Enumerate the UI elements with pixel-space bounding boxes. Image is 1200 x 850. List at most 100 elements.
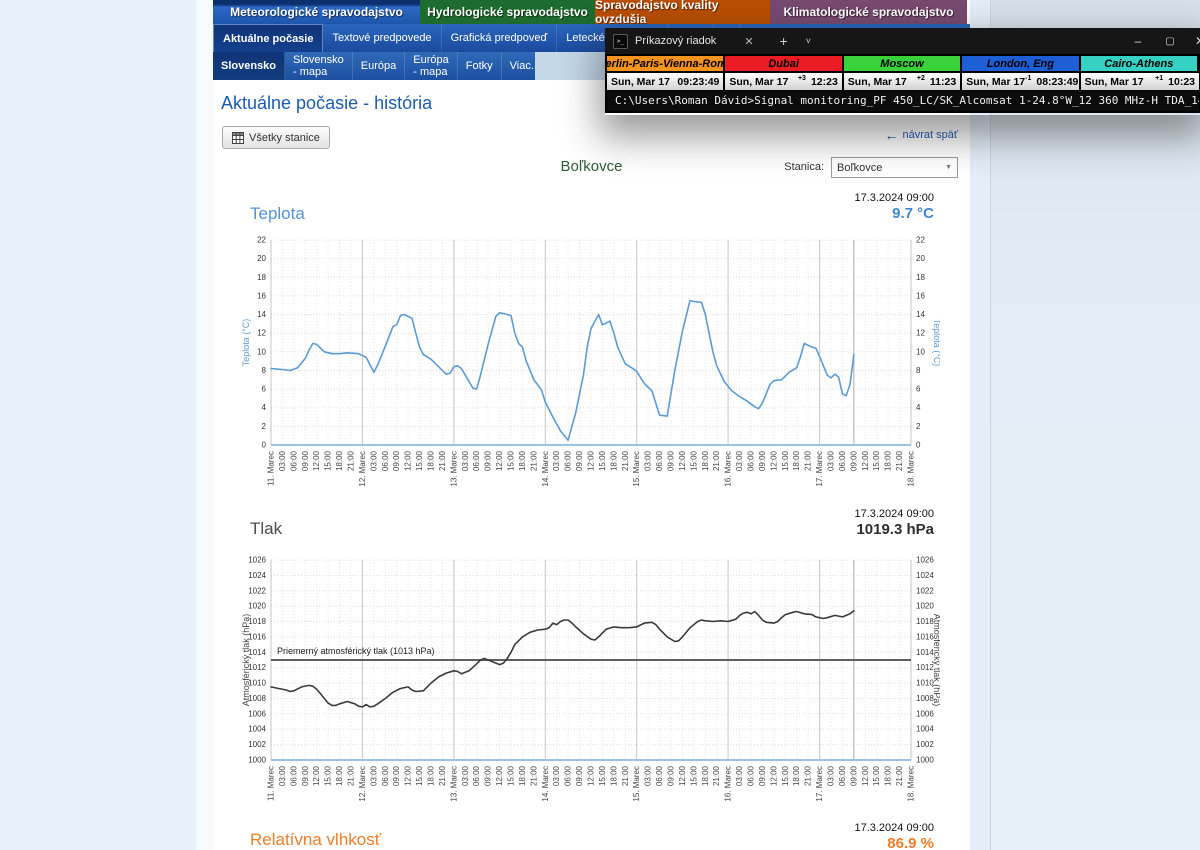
station-select[interactable]: Boľkovce ▼ [831,157,958,178]
svg-text:12: 12 [257,329,266,338]
svg-text:18:00: 18:00 [609,450,618,471]
svg-text:1020: 1020 [916,602,934,611]
svg-text:1022: 1022 [916,586,934,595]
all-stations-button[interactable]: Všetky stanice [222,126,330,149]
svg-text:09:00: 09:00 [575,450,584,471]
svg-text:06:00: 06:00 [381,765,390,786]
svg-text:1012: 1012 [916,663,934,672]
svg-text:15:00: 15:00 [781,765,790,786]
svg-text:09:00: 09:00 [849,450,858,471]
tab-textove-predpovede[interactable]: Textové predpovede [323,24,441,52]
svg-text:06:00: 06:00 [472,450,481,471]
svg-text:14: 14 [916,310,925,319]
svg-text:03:00: 03:00 [644,450,653,471]
svg-text:06:00: 06:00 [838,765,847,786]
chart-svg: 1000100010021002100410041006100610081008… [240,550,940,820]
nav-tab-hydrologicke[interactable]: Hydrologické spravodajstvo [420,0,595,24]
svg-text:09:00: 09:00 [392,765,401,786]
tab-europa-mapa[interactable]: Európa - mapa [405,52,457,80]
clock-time-cell: Sun, Mar 17 +110:23 [1081,71,1199,90]
tab-fotky[interactable]: Fotky [458,52,502,80]
svg-text:6: 6 [916,385,921,394]
nav-tab-kvalita-ovzdusia[interactable]: Spravodajstvo kvality ovzdušia [595,0,770,24]
nav-tab-meteorologicke[interactable]: Meteorologické spravodajstvo [213,0,420,24]
svg-text:1018: 1018 [916,617,934,626]
clock-time: 08:23:49 [1036,76,1078,88]
tab-slovensko-mapa[interactable]: Slovensko - mapa [285,52,353,80]
svg-text:11. Marec: 11. Marec [267,766,276,801]
svg-text:15:00: 15:00 [872,765,881,786]
tab-graficka-predpoved[interactable]: Grafická predpoveď [442,24,558,52]
back-link[interactable]: ← návrat späť [885,129,959,141]
close-icon[interactable]: ✕ [1191,28,1200,54]
terminal-command-line[interactable]: C:\Users\Roman Dávid>Signal monitoring_P… [605,90,1200,113]
svg-text:1004: 1004 [916,725,934,734]
page-left-margin [0,0,196,850]
svg-text:03:00: 03:00 [827,450,836,471]
svg-text:15:00: 15:00 [781,450,790,471]
svg-text:17. Marec: 17. Marec [815,451,824,487]
pressure-chart: 1000100010021002100410041006100610081008… [240,550,940,825]
svg-text:03:00: 03:00 [369,450,378,471]
svg-text:15:00: 15:00 [507,765,516,786]
tab-europa[interactable]: Európa [353,52,405,80]
svg-text:16: 16 [257,291,266,300]
clock-date: Sun, Mar 17 [848,76,907,88]
svg-text:18:00: 18:00 [335,765,344,786]
terminal-window[interactable]: >_ Príkazový riadok ✕ + ˅ – ▢ ✕ Berlin-P… [605,28,1200,115]
svg-text:Priemerný atmosférický tlak (1: Priemerný atmosférický tlak (1013 hPa) [277,646,435,656]
chart-svg: 0022446688101012121414161618182020222211… [240,230,940,505]
svg-text:15:00: 15:00 [324,765,333,786]
svg-text:03:00: 03:00 [278,765,287,786]
terminal-tab-close-icon[interactable]: ✕ [744,35,753,48]
page-title: Aktuálne počasie - história [221,93,432,114]
svg-text:21:00: 21:00 [712,450,721,471]
svg-text:06:00: 06:00 [564,765,573,786]
svg-text:21:00: 21:00 [438,765,447,786]
svg-text:1002: 1002 [916,740,934,749]
svg-text:12:00: 12:00 [678,765,687,786]
svg-text:12. Marec: 12. Marec [358,451,367,487]
svg-text:06:00: 06:00 [564,450,573,471]
nav-tab-klimatologicke[interactable]: Klimatologické spravodajstvo [770,0,967,24]
svg-text:21:00: 21:00 [621,450,630,471]
clock-date: Sun, Mar 17 [729,76,788,88]
clock-utc-offset: +1 [1155,75,1163,82]
tab-aktualne-pocasie[interactable]: Aktuálne počasie [213,24,323,52]
svg-text:15:00: 15:00 [598,450,607,471]
terminal-tab-dropdown-icon[interactable]: ˅ [806,36,811,46]
clock-time: 11:23 [930,76,956,88]
minimize-icon[interactable]: – [1129,28,1147,54]
svg-text:1004: 1004 [248,725,266,734]
svg-text:Teplota (°C): Teplota (°C) [241,319,251,367]
browser-viewport: Meteorologické spravodajstvo Hydrologick… [0,0,1200,850]
maximize-icon[interactable]: ▢ [1161,28,1179,54]
svg-text:21:00: 21:00 [804,450,813,471]
svg-text:12:00: 12:00 [861,765,870,786]
svg-text:12:00: 12:00 [587,765,596,786]
svg-text:8: 8 [262,366,267,375]
svg-text:12:00: 12:00 [769,450,778,471]
terminal-new-tab-icon[interactable]: + [780,33,788,49]
svg-text:18:00: 18:00 [701,450,710,471]
svg-text:6: 6 [262,385,267,394]
svg-text:18:00: 18:00 [609,765,618,786]
temperature-value: 9.7 °C [892,205,934,222]
svg-text:03:00: 03:00 [278,450,287,471]
svg-text:1010: 1010 [916,679,934,688]
svg-text:03:00: 03:00 [552,450,561,471]
tab-slovensko[interactable]: Slovensko [213,52,285,80]
svg-text:09:00: 09:00 [301,450,310,471]
terminal-titlebar[interactable]: >_ Príkazový riadok ✕ + ˅ – ▢ ✕ [605,28,1200,54]
svg-text:16: 16 [916,291,925,300]
svg-text:15:00: 15:00 [324,450,333,471]
svg-text:1016: 1016 [916,632,934,641]
clock-time: 10:23 [1168,76,1195,88]
svg-text:Teplota (°C): Teplota (°C) [932,319,940,367]
svg-text:21:00: 21:00 [347,765,356,786]
svg-text:13. Marec: 13. Marec [449,451,458,487]
clock-utc-offset: -1 [1025,75,1031,82]
svg-text:06:00: 06:00 [838,450,847,471]
svg-text:06:00: 06:00 [655,765,664,786]
svg-text:2: 2 [262,422,267,431]
